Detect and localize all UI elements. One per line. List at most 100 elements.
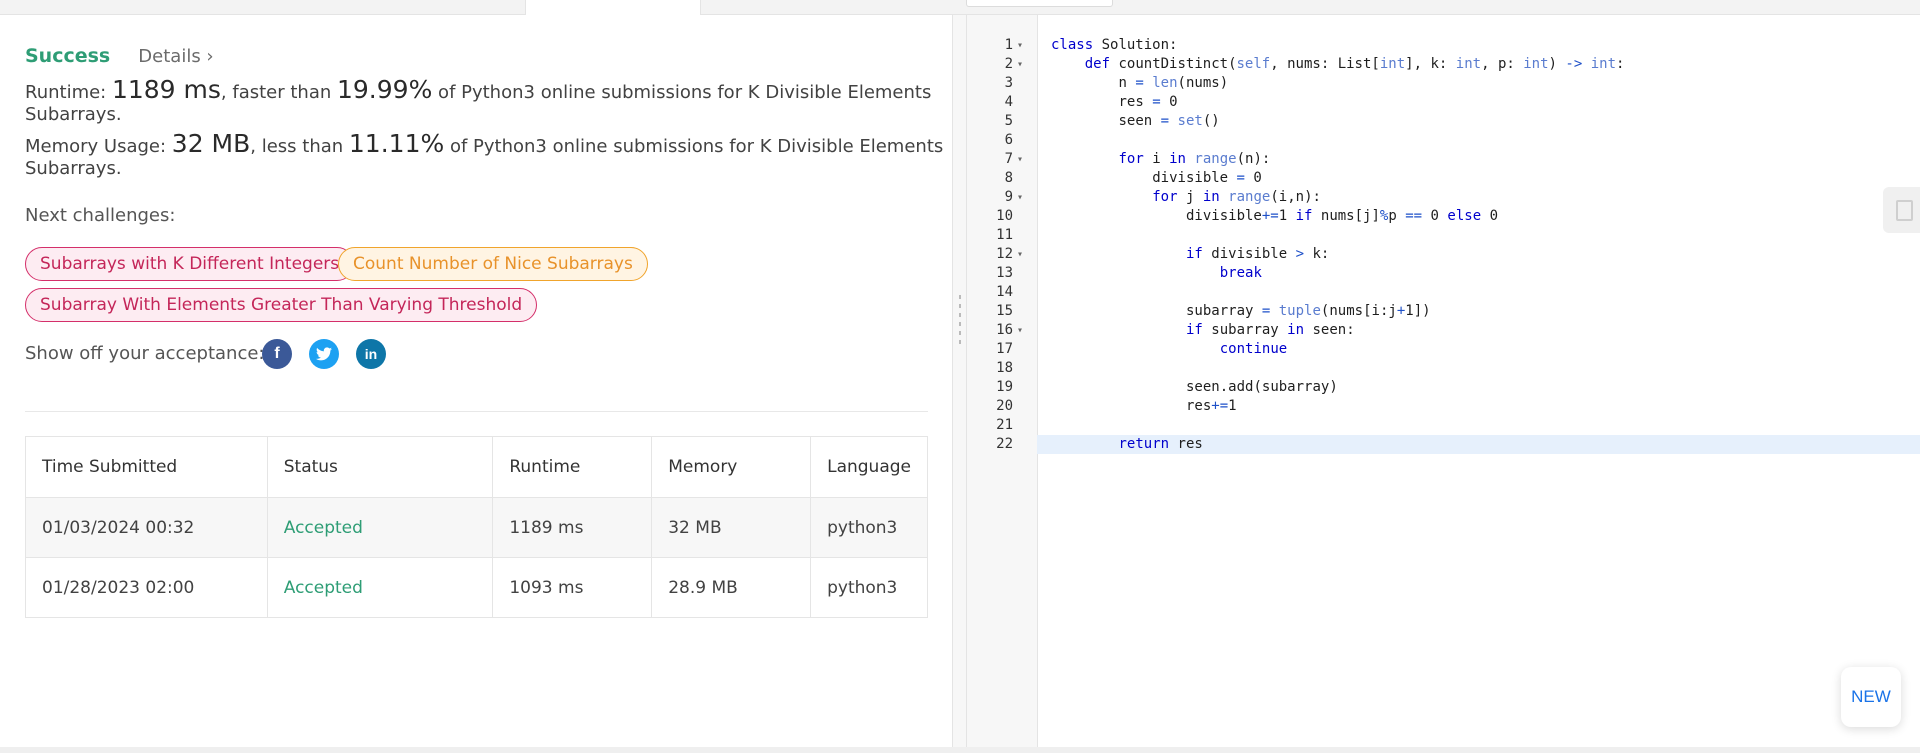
code-text: divisible = 0 <box>1152 170 1262 186</box>
line-number: 4 <box>1004 94 1013 110</box>
share-label: Show off your acceptance: <box>25 343 265 364</box>
top-tab-bar <box>0 0 1920 15</box>
line-number: 6 <box>1004 132 1013 148</box>
code-line[interactable]: 17 continue <box>967 340 1920 359</box>
divider <box>25 411 928 412</box>
code-text: divisible+=1 if nums[j]%p == 0 else 0 <box>1186 208 1498 224</box>
top-button[interactable] <box>966 0 1113 7</box>
code-editor[interactable]: 1 ▾ class Solution: 2 ▾ def countDistinct(se… <box>966 15 1920 747</box>
challenge-chip[interactable]: Subarrays with K Different Integers <box>25 247 355 281</box>
table-header-row: Time Submitted Status Runtime Memory Lan… <box>25 436 928 498</box>
cell-language: python3 <box>810 557 928 618</box>
code-line[interactable]: 22 return res <box>967 435 1920 454</box>
code-line[interactable]: 9 ▾ for j in range(i,n): <box>967 188 1920 207</box>
cell-time: 01/28/2023 02:00 <box>25 557 268 618</box>
runtime-label: Runtime: <box>25 82 112 103</box>
col-language: Language <box>810 436 928 498</box>
panel-resize-handle[interactable] <box>958 295 962 355</box>
submission-result-panel: Success Details › Runtime: 1189 ms, fast… <box>0 15 953 747</box>
code-line[interactable]: 16 ▾ if subarray in seen: <box>967 321 1920 340</box>
line-number: 20 <box>996 398 1013 414</box>
facebook-icon[interactable]: f <box>262 339 292 369</box>
code-line[interactable]: 5 seen = set() <box>967 112 1920 131</box>
details-link[interactable]: Details › <box>138 46 213 67</box>
code-line[interactable]: 2 ▾ def countDistinct(self, nums: List[in… <box>967 55 1920 74</box>
side-panel-toggle[interactable] <box>1883 187 1920 233</box>
cell-runtime: 1093 ms <box>492 557 653 618</box>
code-text: class Solution: <box>1051 37 1178 53</box>
line-number: 21 <box>996 417 1013 433</box>
memory-value: 32 MB <box>171 129 251 158</box>
tab-submissions[interactable] <box>525 0 701 15</box>
result-header: Success Details › <box>25 45 214 67</box>
code-text: n = len(nums) <box>1118 75 1229 91</box>
line-number: 5 <box>1004 113 1013 129</box>
memory-percent: 11.11% <box>348 129 445 158</box>
line-number: 3 <box>1004 75 1013 91</box>
fold-arrow-icon[interactable]: ▾ <box>1017 321 1029 340</box>
memory-label: Memory Usage: <box>25 136 172 157</box>
code-line[interactable]: 11 <box>967 226 1920 245</box>
fold-arrow-icon[interactable]: ▾ <box>1017 188 1029 207</box>
code-line[interactable]: 21 <box>967 416 1920 435</box>
code-line[interactable]: 3 n = len(nums) <box>967 74 1920 93</box>
new-button[interactable]: NEW <box>1841 667 1901 727</box>
runtime-stat: Runtime: 1189 ms, faster than 19.99% of … <box>25 75 952 125</box>
code-line[interactable]: 10 divisible+=1 if nums[j]%p == 0 else 0 <box>967 207 1920 226</box>
col-memory: Memory <box>651 436 812 498</box>
code-line[interactable]: 8 divisible = 0 <box>967 169 1920 188</box>
fold-arrow-icon[interactable]: ▾ <box>1017 36 1029 55</box>
code-line[interactable]: 20 res+=1 <box>967 397 1920 416</box>
line-number: 7 <box>1004 151 1013 167</box>
code-line[interactable]: 18 <box>967 359 1920 378</box>
code-line[interactable]: 12 ▾ if divisible > k: <box>967 245 1920 264</box>
challenge-chip[interactable]: Subarray With Elements Greater Than Vary… <box>25 288 538 322</box>
code-line[interactable]: 15 subarray = tuple(nums[i:j+1]) <box>967 302 1920 321</box>
code-text: break <box>1219 265 1262 281</box>
code-text: for i in range(n): <box>1118 151 1271 167</box>
code-text: subarray = tuple(nums[i:j+1]) <box>1186 303 1431 319</box>
line-number: 15 <box>996 303 1013 319</box>
table-row[interactable]: 01/28/2023 02:00 Accepted 1093 ms 28.9 M… <box>25 557 928 618</box>
cell-status[interactable]: Accepted <box>266 557 494 618</box>
code-text: if subarray in seen: <box>1186 322 1355 338</box>
code-line[interactable]: 13 break <box>967 264 1920 283</box>
code-line[interactable]: 7 ▾ for i in range(n): <box>967 150 1920 169</box>
code-line[interactable]: 4 res = 0 <box>967 93 1920 112</box>
code-text: for j in range(i,n): <box>1152 189 1321 205</box>
cell-time: 01/03/2024 00:32 <box>25 497 268 558</box>
challenge-chip[interactable]: Count Number of Nice Subarrays <box>338 247 648 281</box>
code-line[interactable]: 6 <box>967 131 1920 150</box>
code-text: res+=1 <box>1186 398 1237 414</box>
document-icon <box>1896 200 1913 221</box>
fold-arrow-icon[interactable]: ▾ <box>1017 245 1029 264</box>
cell-memory: 28.9 MB <box>651 557 812 618</box>
code-text: seen = set() <box>1118 113 1220 129</box>
code-text: def countDistinct(self, nums: List[int],… <box>1084 56 1625 72</box>
code-line[interactable]: 19 seen.add(subarray) <box>967 378 1920 397</box>
linkedin-icon[interactable]: in <box>356 339 386 369</box>
runtime-percent: 19.99% <box>337 75 433 104</box>
line-number: 13 <box>996 265 1013 281</box>
fold-arrow-icon[interactable]: ▾ <box>1017 55 1029 74</box>
col-time-submitted: Time Submitted <box>25 436 268 498</box>
line-number: 11 <box>996 227 1013 243</box>
line-number: 14 <box>996 284 1013 300</box>
code-text: if divisible > k: <box>1186 246 1330 262</box>
code-line[interactable]: 1 ▾ class Solution: <box>967 36 1920 55</box>
memory-text: , less than <box>250 136 349 157</box>
col-runtime: Runtime <box>492 436 653 498</box>
code-line[interactable]: 14 <box>967 283 1920 302</box>
line-number: 17 <box>996 341 1013 357</box>
line-number: 22 <box>967 435 1013 454</box>
cell-status[interactable]: Accepted <box>266 497 494 558</box>
status-success: Success <box>25 45 111 67</box>
runtime-value: 1189 ms <box>111 75 221 104</box>
bottom-bar <box>0 747 1920 753</box>
line-number: 19 <box>996 379 1013 395</box>
line-number: 9 <box>1004 189 1013 205</box>
twitter-icon[interactable] <box>309 339 339 369</box>
submissions-table: Time Submitted Status Runtime Memory Lan… <box>25 436 928 618</box>
table-row[interactable]: 01/03/2024 00:32 Accepted 1189 ms 32 MB … <box>25 497 928 558</box>
fold-arrow-icon[interactable]: ▾ <box>1017 150 1029 169</box>
